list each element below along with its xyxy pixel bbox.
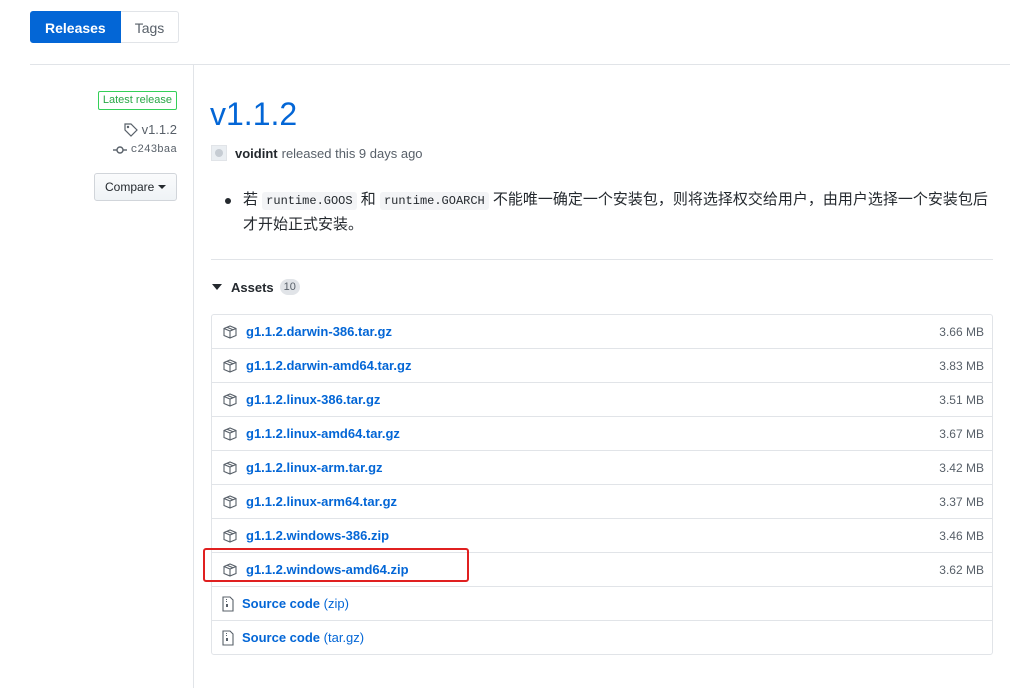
asset-size: 3.67 MB	[939, 426, 984, 441]
code-runtime-goarch: runtime.GOARCH	[379, 192, 489, 210]
asset-row[interactable]: g1.1.2.linux-amd64.tar.gz 3.67 MB	[212, 416, 992, 450]
asset-size: 3.37 MB	[939, 494, 984, 509]
author-link[interactable]: voidint	[235, 146, 278, 161]
avatar[interactable]	[211, 145, 227, 161]
asset-row[interactable]: g1.1.2.linux-arm.tar.gz 3.42 MB	[212, 450, 992, 484]
assets-count: 10	[279, 279, 300, 295]
package-icon	[223, 460, 237, 475]
asset-row[interactable]: g1.1.2.linux-arm64.tar.gz 3.37 MB	[212, 484, 992, 518]
latest-release-badge: Latest release	[97, 91, 177, 110]
asset-row[interactable]: g1.1.2.darwin-386.tar.gz 3.66 MB	[212, 315, 992, 348]
commit-link[interactable]: c243baa	[112, 144, 177, 156]
divider	[30, 64, 1010, 65]
tag-icon	[123, 122, 138, 137]
source-code-targz-link[interactable]: Source code (tar.gz)	[242, 630, 364, 645]
release-title[interactable]: v1.1.2	[210, 94, 297, 134]
assets-list: g1.1.2.darwin-386.tar.gz 3.66 MB g1.1.2.…	[211, 314, 993, 655]
release-byline: voidint released this 9 days ago	[211, 145, 423, 161]
file-zip-icon	[222, 629, 234, 646]
asset-link[interactable]: g1.1.2.windows-amd64.zip	[246, 562, 939, 577]
asset-link[interactable]: g1.1.2.darwin-386.tar.gz	[246, 324, 939, 339]
release-tabs: Releases Tags	[30, 11, 180, 43]
timeline-divider	[193, 65, 194, 688]
package-icon	[223, 494, 237, 509]
source-row[interactable]: Source code (tar.gz)	[212, 620, 992, 654]
bullet	[225, 198, 231, 204]
package-icon	[223, 358, 237, 373]
asset-size: 3.51 MB	[939, 392, 984, 407]
release-meta: Latest release v1.1.2 c243baa Compare	[94, 91, 177, 201]
caret-down-icon	[158, 185, 167, 189]
asset-size: 3.46 MB	[939, 528, 984, 543]
source-code-zip-link[interactable]: Source code (zip)	[242, 596, 349, 611]
asset-size: 3.66 MB	[939, 324, 984, 339]
release-note-item: 若 runtime.GOOS 和 runtime.GOARCH 不能唯一确定一个…	[243, 191, 988, 233]
compare-label: Compare	[105, 180, 155, 194]
tab-releases[interactable]: Releases	[30, 11, 121, 43]
release-notes: 若 runtime.GOOS 和 runtime.GOARCH 不能唯一确定一个…	[225, 188, 995, 237]
asset-size: 3.42 MB	[939, 460, 984, 475]
source-row[interactable]: Source code (zip)	[212, 586, 992, 620]
assets-toggle[interactable]: Assets 10	[212, 279, 300, 295]
asset-row[interactable]: g1.1.2.windows-386.zip 3.46 MB	[212, 518, 992, 552]
compare-button[interactable]: Compare	[94, 173, 177, 201]
divider	[211, 259, 993, 260]
assets-label: Assets	[231, 279, 274, 295]
tag-label: v1.1.2	[141, 122, 177, 137]
asset-link[interactable]: g1.1.2.linux-amd64.tar.gz	[246, 426, 939, 441]
code-runtime-goos: runtime.GOOS	[262, 192, 357, 210]
released-text: released this 9 days ago	[281, 145, 423, 161]
package-icon	[223, 562, 237, 577]
asset-link[interactable]: g1.1.2.linux-arm64.tar.gz	[246, 494, 939, 509]
asset-link[interactable]: g1.1.2.darwin-amd64.tar.gz	[246, 358, 939, 373]
asset-row[interactable]: g1.1.2.windows-amd64.zip 3.62 MB	[212, 552, 992, 586]
asset-row[interactable]: g1.1.2.linux-386.tar.gz 3.51 MB	[212, 382, 992, 416]
commit-icon	[112, 146, 127, 154]
asset-size: 3.83 MB	[939, 358, 984, 373]
tab-tags[interactable]: Tags	[120, 11, 180, 43]
package-icon	[223, 324, 237, 339]
package-icon	[223, 426, 237, 441]
file-zip-icon	[222, 595, 234, 612]
triangle-down-icon	[212, 284, 222, 290]
asset-size: 3.62 MB	[939, 562, 984, 577]
asset-row[interactable]: g1.1.2.darwin-amd64.tar.gz 3.83 MB	[212, 348, 992, 382]
asset-link[interactable]: g1.1.2.linux-386.tar.gz	[246, 392, 939, 407]
package-icon	[223, 528, 237, 543]
package-icon	[223, 392, 237, 407]
asset-link[interactable]: g1.1.2.windows-386.zip	[246, 528, 939, 543]
asset-link[interactable]: g1.1.2.linux-arm.tar.gz	[246, 460, 939, 475]
commit-sha: c243baa	[130, 144, 177, 156]
tag-link[interactable]: v1.1.2	[123, 122, 177, 137]
